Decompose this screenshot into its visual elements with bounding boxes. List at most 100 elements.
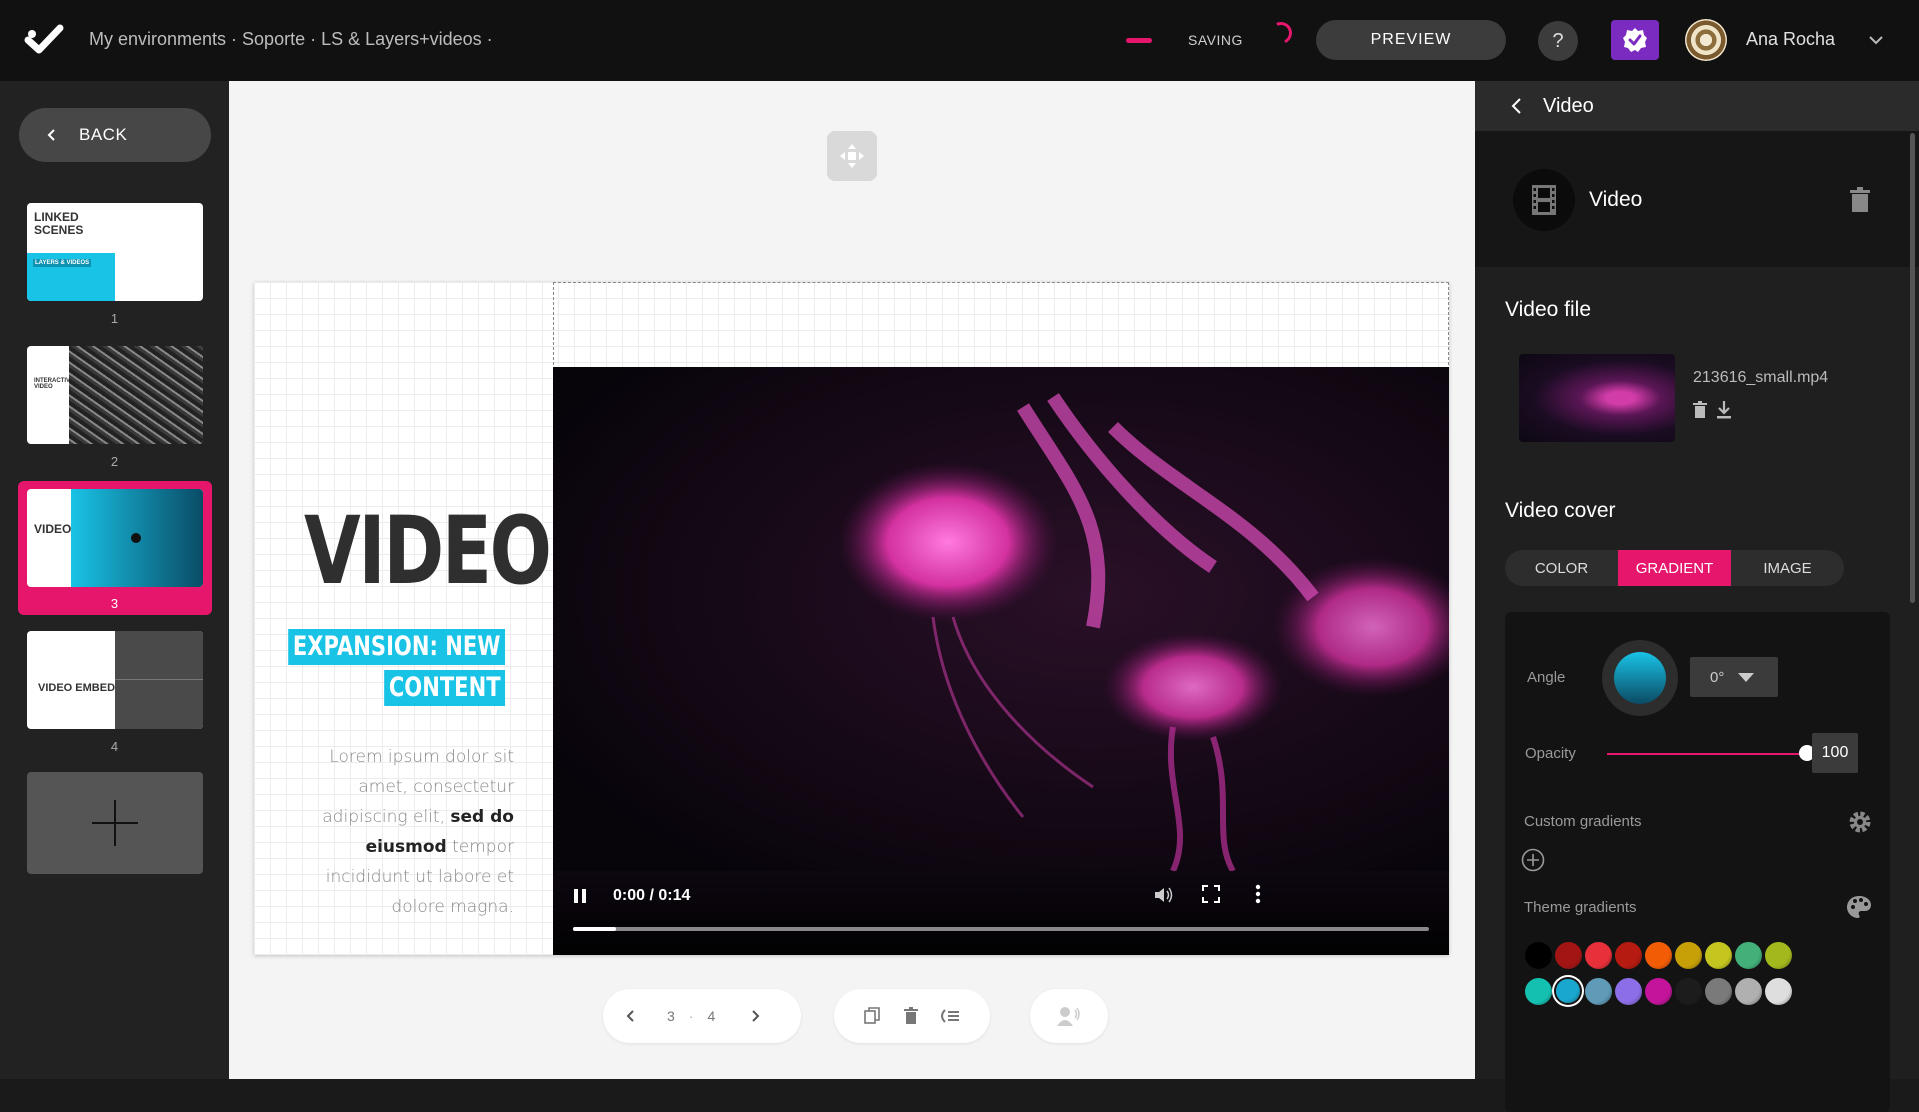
angle-value: 0° xyxy=(1710,668,1725,686)
palette-icon[interactable] xyxy=(1846,895,1872,919)
gradient-swatch[interactable] xyxy=(1733,940,1763,970)
slide-thumbnail-2[interactable]: INTERACTIVE VIDEO xyxy=(27,346,203,444)
duplicate-icon[interactable] xyxy=(864,1007,880,1025)
spinner-icon xyxy=(1266,18,1296,48)
video-progress-bar[interactable] xyxy=(573,927,1429,931)
gradient-swatch[interactable] xyxy=(1673,940,1703,970)
gradient-swatch[interactable] xyxy=(1613,940,1643,970)
delete-element-icon[interactable] xyxy=(1849,187,1871,213)
gradient-swatch[interactable] xyxy=(1553,976,1583,1006)
gradient-swatch[interactable] xyxy=(1523,976,1553,1006)
slide-number-4: 4 xyxy=(110,739,119,754)
selected-element-row: Video xyxy=(1475,131,1919,267)
more-options-icon[interactable] xyxy=(1255,884,1261,904)
breadcrumb[interactable]: My environments · Soporte · LS & Layers+… xyxy=(89,29,493,50)
saving-status: SAVING xyxy=(1188,32,1243,48)
slide-thumbnail-1[interactable]: LINKED SCENES LAYERS & VIDEOS xyxy=(27,203,203,301)
slide-subtitle-line-2[interactable]: CONTENT xyxy=(383,670,505,707)
panel-scrollbar[interactable] xyxy=(1910,133,1915,603)
trash-icon[interactable] xyxy=(904,1007,918,1025)
chevron-right-icon[interactable] xyxy=(749,1009,761,1023)
slide-thumb-image xyxy=(69,346,203,444)
add-slide-button[interactable] xyxy=(27,772,203,874)
plus-icon xyxy=(92,800,138,846)
slide-title[interactable]: VIDEO xyxy=(304,505,552,599)
video-file-thumbnail[interactable] xyxy=(1519,354,1675,442)
gradient-swatch[interactable] xyxy=(1553,940,1583,970)
angle-wheel[interactable] xyxy=(1602,640,1678,716)
gradient-swatch[interactable] xyxy=(1703,940,1733,970)
slide-thumbnail-3[interactable]: VIDEO xyxy=(27,489,203,587)
video-cover-heading: Video cover xyxy=(1505,499,1616,522)
slide-separator: · xyxy=(688,1008,694,1024)
caret-down-icon xyxy=(1738,672,1755,682)
gradient-swatch[interactable] xyxy=(1733,976,1763,1006)
slide-thumb-block: LAYERS & VIDEOS xyxy=(27,253,115,301)
help-button[interactable]: ? xyxy=(1538,21,1578,61)
fullscreen-icon[interactable] xyxy=(1202,885,1220,903)
slide-thumb-title: INTERACTIVE VIDEO xyxy=(34,378,75,391)
tab-gradient[interactable]: GRADIENT xyxy=(1618,550,1731,586)
file-actions xyxy=(1693,401,1731,419)
current-slide-number: 3 xyxy=(667,1008,675,1024)
slide-thumb-title: LINKED SCENES xyxy=(34,210,84,237)
back-button[interactable]: BACK xyxy=(19,108,211,162)
opacity-input[interactable]: 100 xyxy=(1812,733,1858,773)
app-logo-icon[interactable] xyxy=(24,20,64,60)
download-icon[interactable] xyxy=(1717,401,1731,419)
slide-thumb-title: VIDEO EMBED xyxy=(38,682,116,694)
slide-navigator: 3 · 4 xyxy=(603,989,801,1043)
gradient-swatch[interactable] xyxy=(1763,940,1793,970)
preview-button[interactable]: PREVIEW xyxy=(1316,20,1506,60)
voice-toolbar xyxy=(1030,989,1108,1043)
gradient-settings-card: Angle 0° Opacity 100 Custom gradients Th… xyxy=(1505,612,1890,1112)
editor-canvas: VIDEO EXPANSION: NEW CONTENT Lorem ipsum… xyxy=(229,81,1475,1079)
trash-icon[interactable] xyxy=(1693,401,1707,419)
gradient-swatch[interactable] xyxy=(1523,940,1553,970)
opacity-label: Opacity xyxy=(1525,745,1576,762)
gear-icon[interactable] xyxy=(1847,809,1873,835)
slides-sidebar: BACK LINKED SCENES LAYERS & VIDEOS 1 INT… xyxy=(0,81,229,1079)
properties-panel: Video Video Video file 213616_small.mp4 … xyxy=(1475,81,1919,1112)
gradient-swatch[interactable] xyxy=(1583,976,1613,1006)
voiceover-icon[interactable] xyxy=(1057,1006,1081,1026)
avatar[interactable] xyxy=(1685,19,1727,61)
saving-indicator xyxy=(1126,38,1152,43)
add-gradient-icon[interactable] xyxy=(1521,848,1545,872)
slide-list-icon[interactable] xyxy=(938,1008,960,1024)
tab-image[interactable]: IMAGE xyxy=(1731,550,1844,586)
gradient-swatch[interactable] xyxy=(1613,976,1643,1006)
jellyfish-video-frame xyxy=(553,367,1449,873)
video-player[interactable]: 0:00 / 0:14 xyxy=(553,367,1449,955)
gradient-swatch[interactable] xyxy=(1583,940,1613,970)
move-handle-icon[interactable] xyxy=(827,131,877,181)
volume-icon[interactable] xyxy=(1153,885,1175,905)
pause-icon[interactable] xyxy=(573,888,587,904)
theme-gradient-swatches xyxy=(1523,940,1793,1006)
gradient-swatch[interactable] xyxy=(1763,976,1793,1006)
chevron-left-icon[interactable] xyxy=(625,1009,637,1023)
slide-thumb-sub: LAYERS & VIDEOS xyxy=(33,259,92,267)
tab-color[interactable]: COLOR xyxy=(1505,550,1618,586)
gradient-swatch[interactable] xyxy=(1643,940,1673,970)
gradient-swatch[interactable] xyxy=(1673,976,1703,1006)
opacity-slider[interactable] xyxy=(1607,753,1807,755)
total-slides-number: 4 xyxy=(707,1008,716,1024)
slide-thumbnail-4[interactable]: VIDEO EMBED xyxy=(27,631,203,729)
slide-thumb-video xyxy=(71,489,203,587)
gradient-swatch[interactable] xyxy=(1643,976,1673,1006)
slide-thumb-title: VIDEO xyxy=(34,522,72,536)
user-name[interactable]: Ana Rocha xyxy=(1746,29,1835,50)
chevron-left-icon[interactable] xyxy=(1509,97,1525,115)
gradient-swatch[interactable] xyxy=(1703,976,1733,1006)
chevron-down-icon[interactable] xyxy=(1868,32,1884,48)
panel-title: Video xyxy=(1543,95,1594,117)
verified-badge-icon[interactable] xyxy=(1611,20,1659,60)
slide-subtitle-line-1[interactable]: EXPANSION: NEW xyxy=(288,629,505,666)
top-bar: My environments · Soporte · LS & Layers+… xyxy=(0,0,1919,81)
element-name: Video xyxy=(1589,188,1643,211)
angle-select[interactable]: 0° xyxy=(1690,657,1778,697)
slide-body-text[interactable]: Lorem ipsum dolor sit amet, consectetur … xyxy=(314,742,514,922)
slide-canvas[interactable]: VIDEO EXPANSION: NEW CONTENT Lorem ipsum… xyxy=(254,282,1449,955)
slide-number-2: 2 xyxy=(110,454,119,469)
